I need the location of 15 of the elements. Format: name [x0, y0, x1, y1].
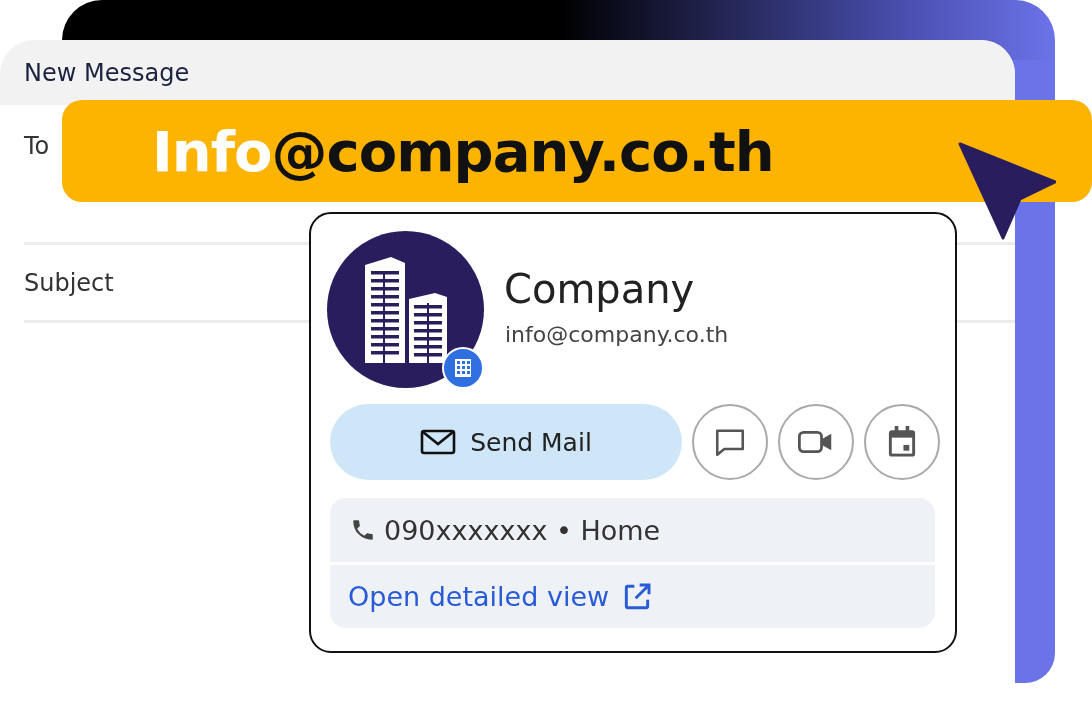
cursor-icon: [958, 142, 1056, 240]
contact-email: info@company.co.th: [505, 322, 729, 347]
building-badge-icon: [442, 347, 484, 389]
phone-number: 090xxxxxxx • Home: [384, 514, 661, 546]
window-title: New Message: [24, 58, 190, 87]
mail-icon: [420, 429, 457, 455]
detailed-view-link[interactable]: Open detailed view: [348, 580, 654, 613]
field-label: To: [24, 132, 50, 160]
contact-name: Company: [504, 266, 695, 312]
send-mail-button[interactable]: Send Mail: [330, 404, 682, 480]
email-address-part: @company.co.th: [271, 118, 774, 184]
phone-icon: [350, 517, 376, 543]
field-label: Subject: [24, 269, 114, 297]
email-address-part: Info: [152, 118, 272, 184]
calendar-icon: [887, 426, 917, 458]
